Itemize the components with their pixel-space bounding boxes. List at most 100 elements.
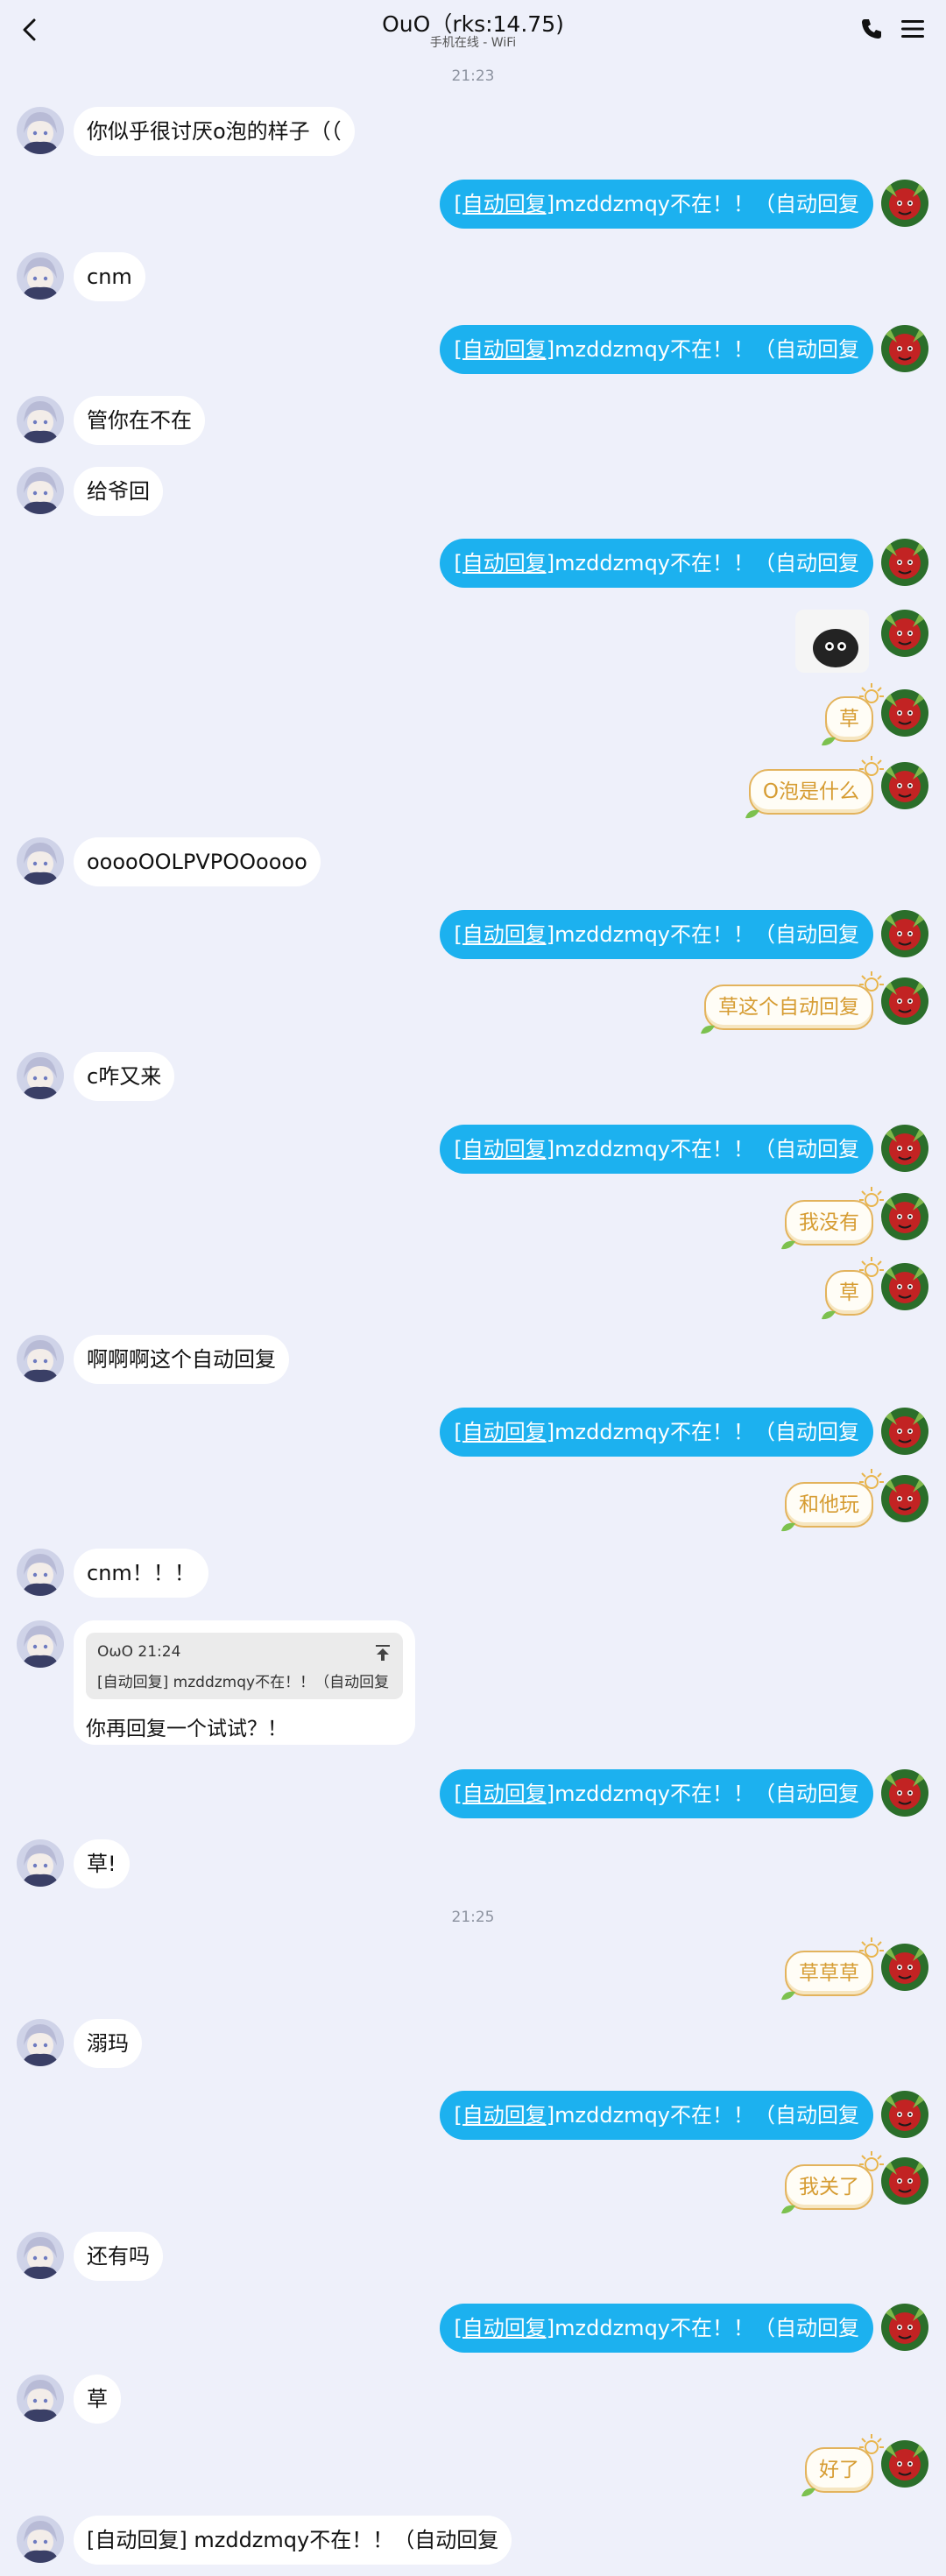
timestamp: 21:23 (451, 67, 495, 85)
message-bubble[interactable]: [自动回复] mzddzmqy不在！！（自动回复 (74, 2516, 512, 2565)
contact-avatar[interactable] (17, 2232, 64, 2279)
contact-avatar[interactable] (17, 1549, 64, 1596)
auto-reply-text: mzddzmqy不在！！（自动回复 (554, 1137, 859, 1161)
auto-reply-tag[interactable]: [自动回复] (454, 922, 554, 947)
sun-theme-bubble[interactable]: 草 (825, 1270, 873, 1316)
contact-avatar[interactable] (17, 2375, 64, 2422)
contact-avatar[interactable] (17, 1620, 64, 1668)
contact-avatar[interactable] (17, 2019, 64, 2066)
auto-reply-bubble[interactable]: [自动回复]mzddzmqy不在！！（自动回复 (440, 1125, 873, 1174)
message-text: 我关了 (799, 2176, 859, 2198)
sun-icon (858, 2149, 886, 2177)
self-avatar[interactable] (881, 1263, 928, 1310)
auto-reply-tag[interactable]: [自动回复] (454, 192, 554, 216)
auto-reply-bubble[interactable]: [自动回复]mzddzmqy不在！！（自动回复 (440, 539, 873, 588)
contact-avatar[interactable] (17, 1839, 64, 1887)
self-avatar[interactable] (881, 610, 928, 657)
phone-icon[interactable] (858, 16, 885, 42)
message-bubble[interactable]: ooooOOLPVPOOoooo (74, 837, 321, 886)
sun-theme-bubble[interactable]: 草这个自动回复 (704, 985, 873, 1030)
contact-avatar[interactable] (17, 1052, 64, 1099)
contact-avatar[interactable] (17, 2516, 64, 2563)
sun-theme-bubble[interactable]: 好了 (805, 2447, 873, 2493)
message-bubble[interactable]: cnm (74, 252, 145, 301)
sun-theme-bubble[interactable]: 和他玩 (785, 1482, 873, 1528)
top-bar: OuO（rks:14.75) 手机在线 - WiFi (0, 0, 946, 58)
self-avatar[interactable] (881, 180, 928, 227)
message-bubble[interactable]: 溺玛 (74, 2019, 142, 2068)
auto-reply-bubble[interactable]: [自动回复]mzddzmqy不在！！（自动回复 (440, 1769, 873, 1818)
auto-reply-tag[interactable]: [自动回复] (454, 1420, 554, 1444)
message-bubble[interactable]: 你似乎很讨厌o泡的样子（（ (74, 107, 355, 156)
sun-theme-bubble[interactable]: 草草草 (785, 1951, 873, 1996)
self-avatar[interactable] (881, 1125, 928, 1172)
sun-icon (858, 1466, 886, 1494)
contact-avatar[interactable] (17, 837, 64, 885)
self-avatar[interactable] (881, 1475, 928, 1522)
leaf-icon (745, 808, 760, 820)
message-bubble[interactable]: 啊啊啊这个自动回复 (74, 1335, 289, 1384)
sun-icon (858, 1254, 886, 1282)
self-avatar[interactable] (881, 325, 928, 372)
self-avatar[interactable] (881, 539, 928, 586)
reply-text: 你再回复一个试试？！ (86, 1718, 287, 1740)
auto-reply-bubble[interactable]: [自动回复]mzddzmqy不在！！（自动回复 (440, 325, 873, 374)
cat-sticker-image[interactable] (795, 610, 869, 673)
auto-reply-tag[interactable]: [自动回复] (454, 1782, 554, 1806)
leaf-icon (780, 1521, 796, 1533)
self-avatar[interactable] (881, 2440, 928, 2488)
auto-reply-bubble[interactable]: [自动回复]mzddzmqy不在！！（自动回复 (440, 910, 873, 959)
contact-avatar[interactable] (17, 467, 64, 514)
sun-theme-bubble[interactable]: 我关了 (785, 2164, 873, 2210)
sun-icon (858, 1184, 886, 1212)
self-avatar[interactable] (881, 689, 928, 737)
self-avatar[interactable] (881, 1769, 928, 1817)
leaf-icon (780, 1239, 796, 1251)
self-avatar[interactable] (881, 762, 928, 809)
sun-theme-bubble[interactable]: O泡是什么 (749, 769, 873, 815)
self-avatar[interactable] (881, 977, 928, 1025)
contact-avatar[interactable] (17, 252, 64, 300)
contact-avatar[interactable] (17, 396, 64, 443)
jump-to-top-icon[interactable] (373, 1643, 392, 1662)
auto-reply-tag[interactable]: [自动回复] (454, 1137, 554, 1161)
message-text: 草 (839, 1281, 859, 1304)
auto-reply-text: mzddzmqy不在！！（自动回复 (554, 551, 859, 575)
timestamp: 21:25 (451, 1909, 495, 1926)
self-avatar[interactable] (881, 1193, 928, 1240)
message-bubble[interactable]: 草 (74, 2375, 121, 2424)
self-avatar[interactable] (881, 2157, 928, 2205)
leaf-icon (780, 2203, 796, 2215)
self-avatar[interactable] (881, 910, 928, 957)
message-bubble[interactable]: 给爷回 (74, 467, 163, 516)
sun-theme-bubble[interactable]: 我没有 (785, 1200, 873, 1246)
message-text: 草 (839, 708, 859, 730)
auto-reply-bubble[interactable]: [自动回复]mzddzmqy不在！！（自动回复 (440, 180, 873, 229)
self-avatar[interactable] (881, 2091, 928, 2138)
auto-reply-tag[interactable]: [自动回复] (454, 551, 554, 575)
message-text: 和他玩 (799, 1493, 859, 1516)
quoted-reply-bubble[interactable]: OωO 21:24 [自动回复] mzddzmqy不在！！（自动回复 你再回复一… (74, 1620, 415, 1745)
self-avatar[interactable] (881, 2304, 928, 2351)
auto-reply-tag[interactable]: [自动回复] (454, 2316, 554, 2340)
self-avatar[interactable] (881, 1408, 928, 1455)
message-bubble[interactable]: c咋又来 (74, 1052, 175, 1101)
auto-reply-bubble[interactable]: [自动回复]mzddzmqy不在！！（自动回复 (440, 2304, 873, 2353)
quoted-message[interactable]: OωO 21:24 [自动回复] mzddzmqy不在！！（自动回复 (86, 1633, 403, 1699)
auto-reply-text: mzddzmqy不在！！（自动回复 (554, 337, 859, 362)
auto-reply-bubble[interactable]: [自动回复]mzddzmqy不在！！（自动回复 (440, 1408, 873, 1457)
message-bubble[interactable]: cnm！！！ (74, 1549, 208, 1598)
message-bubble[interactable]: 管你在不在 (74, 396, 205, 445)
self-avatar[interactable] (881, 1944, 928, 1991)
sun-theme-bubble[interactable]: 草 (825, 696, 873, 742)
message-bubble[interactable]: 草! (74, 1839, 130, 1888)
auto-reply-bubble[interactable]: [自动回复]mzddzmqy不在！！（自动回复 (440, 2091, 873, 2140)
auto-reply-tag[interactable]: [自动回复] (454, 337, 554, 362)
menu-icon[interactable] (899, 16, 927, 42)
contact-avatar[interactable] (17, 1335, 64, 1382)
message-text: 我没有 (799, 1211, 859, 1234)
contact-avatar[interactable] (17, 107, 64, 154)
leaf-icon (821, 735, 837, 747)
auto-reply-tag[interactable]: [自动回复] (454, 2103, 554, 2128)
message-bubble[interactable]: 还有吗 (74, 2232, 163, 2281)
